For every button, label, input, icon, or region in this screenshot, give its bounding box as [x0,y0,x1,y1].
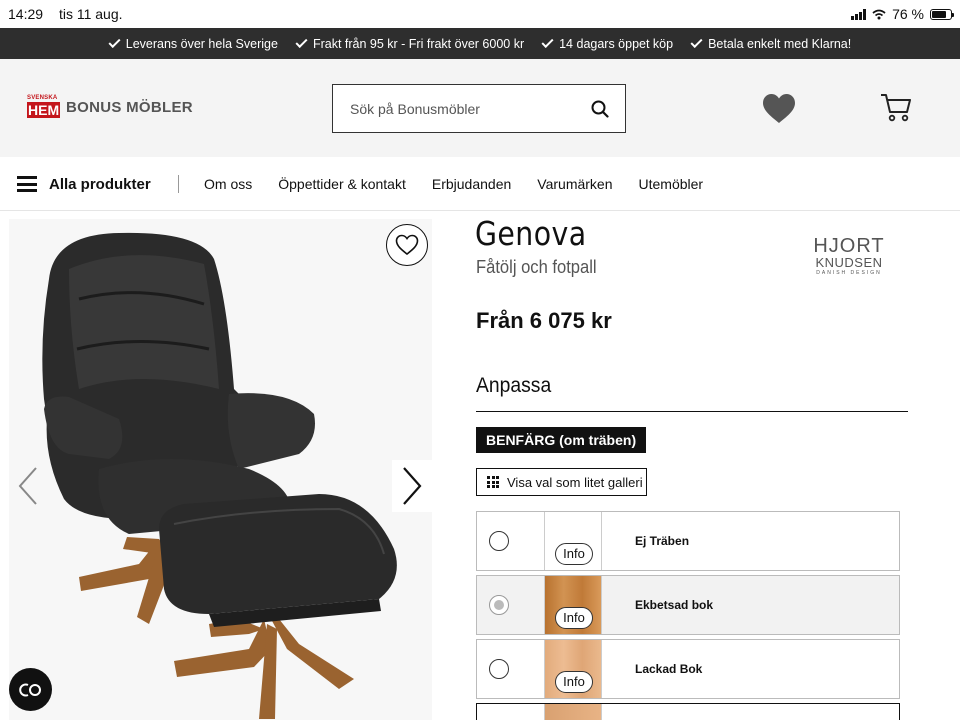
option-swatch: Info [544,640,602,698]
signal-icon [851,8,867,20]
gallery-next-arrow-icon [403,467,422,505]
grid-icon [487,476,499,488]
heart-outline-icon [395,234,419,256]
option-row-partial[interactable] [476,703,900,720]
show-gallery-label: Visa val som litet galleri [507,474,643,490]
option-name: Lackad Bok [635,662,703,676]
option-row[interactable]: Info Ej Träben [476,511,900,571]
logo-text: BONUS MÖBLER [66,98,193,116]
usp-item: Frakt från 95 kr - Fri frakt över 6000 k… [295,35,525,51]
brand-line-2: KNUDSEN [815,255,883,270]
nav-links: Om oss Öppettider & kontakt Erbjudanden … [204,176,703,192]
gallery-prev-arrow-icon[interactable] [14,466,44,506]
status-date: tis 11 aug. [58,6,123,22]
nav-link-varumarken[interactable]: Varumärken [537,176,612,192]
heart-icon[interactable] [762,93,796,125]
usp-item: Betala enkelt med Klarna! [690,35,852,51]
status-bar: 14:29 tis 11 aug. 76 % [0,0,960,28]
brand-logo[interactable]: HJORT KNUDSEN DANISH DESIGN [808,236,890,277]
option-swatch: Info [544,512,602,570]
nav-link-erbjudanden[interactable]: Erbjudanden [432,176,511,192]
product-title: Genova [475,214,587,253]
option-row[interactable]: Info Ekbetsad bok [476,575,900,635]
check-icon [108,35,121,49]
option-swatch [544,704,602,720]
info-button[interactable]: Info [555,607,593,629]
usp-text: 14 dagars öppet köp [559,36,674,51]
nav-link-oppettider[interactable]: Öppettider & kontakt [278,176,406,192]
option-swatch: Info [544,576,602,634]
usp-bar: Leverans över hela Sverige Frakt från 95… [0,28,960,59]
usp-text: Leverans över hela Sverige [125,36,278,51]
search-icon[interactable] [591,100,609,118]
all-products-link[interactable]: Alla produkter [49,176,151,193]
option-name: Ej Träben [635,534,690,548]
logo-mark: SVENSKA HEM [27,95,61,119]
divider [476,411,908,412]
check-icon [541,35,554,49]
co-logo-icon [18,683,41,696]
product-price: Från 6 075 kr [476,308,612,333]
option-radio[interactable] [489,659,509,679]
status-left: 14:29 tis 11 aug. [8,6,135,22]
logo-mark-text: HEM [27,102,61,118]
usp-item: Leverans över hela Sverige [108,35,278,51]
add-to-wishlist-button[interactable] [386,224,428,266]
info-button[interactable]: Info [555,671,593,693]
cart-icon[interactable] [880,92,912,122]
battery-icon [930,8,954,20]
wifi-icon [872,9,886,19]
search-box [332,84,626,133]
nav-link-utemobler[interactable]: Utemöbler [639,176,704,192]
site-logo[interactable]: SVENSKA HEM BONUS MÖBLER [27,95,193,119]
brand-line-1: HJORT [813,235,885,257]
info-button[interactable]: Info [555,543,593,565]
nav-link-om-oss[interactable]: Om oss [204,176,252,192]
site-header: SVENSKA HEM BONUS MÖBLER [0,59,960,157]
nav-divider [178,175,179,193]
check-icon [690,35,703,49]
gallery-next-button[interactable] [392,460,432,512]
option-radio[interactable] [489,531,509,551]
usp-item: 14 dagars öppet köp [541,35,674,51]
option-radio[interactable] [489,595,509,615]
usp-text: Betala enkelt med Klarna! [708,36,852,51]
option-row[interactable]: Info Lackad Bok [476,639,900,699]
product-image [42,232,397,719]
battery-percent: 76 % [892,6,924,22]
brand-line-3: DANISH DESIGN [816,270,882,276]
product-gallery [9,219,432,720]
product-subtitle: Fåtölj och fotpall [476,257,597,277]
logo-small-text: SVENSKA [27,95,58,101]
option-name: Ekbetsad bok [635,598,714,612]
option-group-label: BENFÄRG (om träben) [476,427,647,453]
customize-heading: Anpassa [476,374,552,397]
usp-text: Frakt från 95 kr - Fri frakt över 6000 k… [312,36,525,51]
menu-icon[interactable] [17,176,37,192]
status-time: 14:29 [8,6,44,22]
search-input[interactable] [350,100,570,117]
main-nav: Alla produkter Om oss Öppettider & konta… [0,157,960,211]
show-gallery-button[interactable]: Visa val som litet galleri [476,468,647,496]
status-right: 76 % [851,6,954,22]
check-icon [295,35,308,49]
cookie-consent-button[interactable] [9,668,52,711]
